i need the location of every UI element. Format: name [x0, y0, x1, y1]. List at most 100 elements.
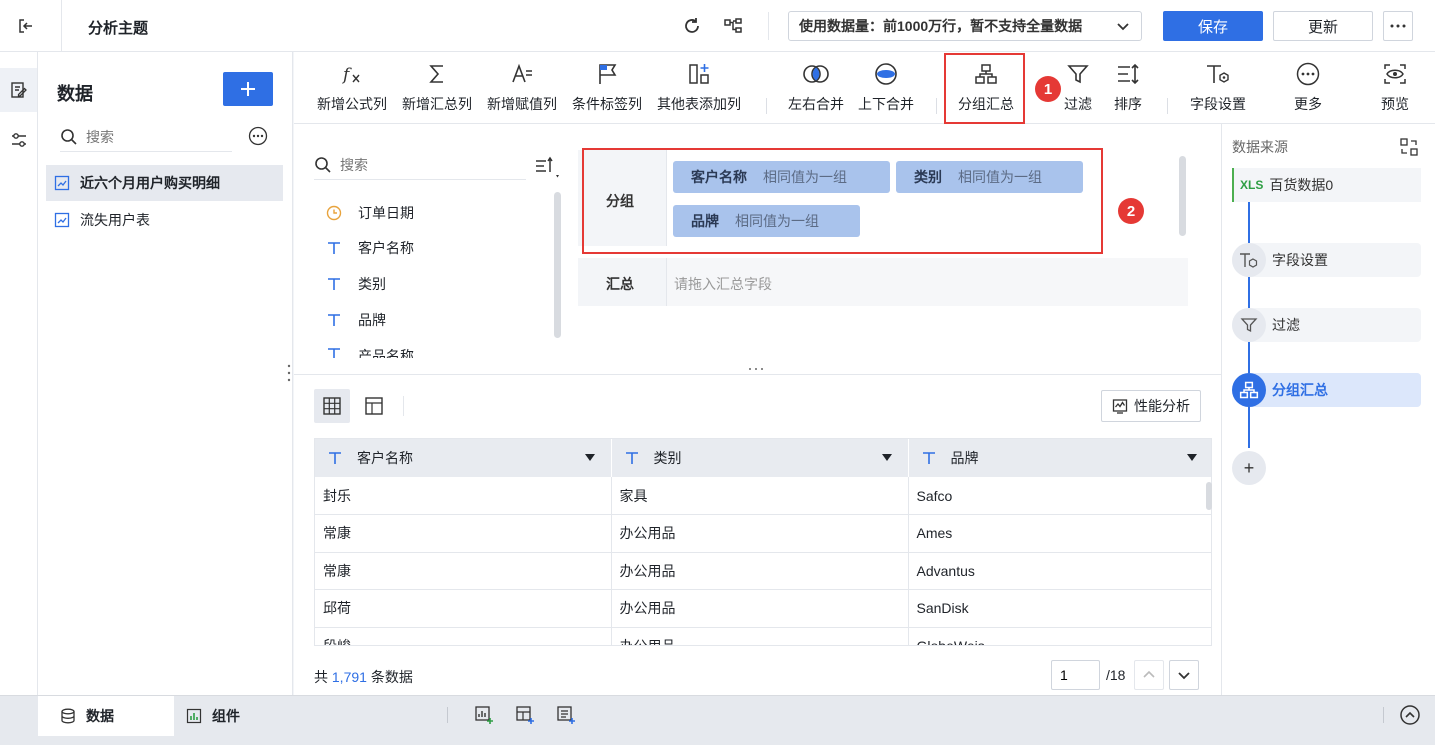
table-cell[interactable]: 办公用品: [611, 589, 909, 628]
more-tools-button[interactable]: 更多: [1290, 60, 1326, 118]
table-item[interactable]: 近六个月用户购买明细: [46, 165, 283, 201]
tool-label: 排序: [1114, 96, 1142, 112]
lineage-button[interactable]: [721, 14, 745, 38]
add-step-button[interactable]: +: [1232, 451, 1266, 485]
column-header[interactable]: 品牌: [908, 439, 1211, 477]
grid-view-button[interactable]: [314, 389, 350, 423]
field-item[interactable]: 品牌: [326, 302, 386, 338]
rail-settings-button[interactable]: [0, 118, 37, 162]
exit-button[interactable]: [14, 14, 38, 38]
table-cell[interactable]: 邱荷: [315, 589, 612, 628]
process-panel: [1221, 124, 1435, 695]
add-report-button[interactable]: [555, 704, 577, 726]
rail-data-button[interactable]: [0, 68, 37, 112]
highlight-box: [582, 148, 1103, 254]
source-title: 数据来源: [1232, 139, 1288, 155]
table-cell[interactable]: 常康: [315, 514, 612, 553]
save-button[interactable]: 保存: [1163, 11, 1263, 41]
table-cell[interactable]: Safco: [908, 477, 1211, 515]
merge-horizontal-button[interactable]: 左右合并: [785, 60, 847, 118]
swap-icon: [1400, 138, 1418, 156]
next-page-button[interactable]: [1169, 660, 1199, 690]
xls-icon: XLS: [1240, 178, 1264, 192]
add-chart-button[interactable]: [473, 704, 495, 726]
preview-button[interactable]: 预览: [1377, 60, 1413, 118]
add-summary-column-button[interactable]: 新增汇总列: [399, 60, 475, 118]
step-field-settings[interactable]: 字段设置: [1232, 243, 1421, 277]
merge-vertical-button[interactable]: 上下合并: [855, 60, 917, 118]
table-cell[interactable]: GlobeWeis: [908, 627, 1211, 645]
field-item[interactable]: 类别: [326, 266, 386, 302]
svg-text:f: f: [341, 65, 352, 85]
step-group-summary[interactable]: 分组汇总: [1232, 373, 1421, 407]
column-header[interactable]: 客户名称: [315, 439, 612, 477]
field-search-input[interactable]: [340, 156, 470, 173]
usage-select[interactable]: 使用数据量：前1000万行，暂不支持全量数据: [788, 11, 1142, 41]
field-search[interactable]: [314, 150, 526, 180]
table-search[interactable]: [60, 122, 232, 152]
table-item-label: 近六个月用户购买明细: [80, 175, 220, 191]
sort-button[interactable]: 排序: [1111, 60, 1145, 118]
table-cell[interactable]: 办公用品: [611, 514, 909, 553]
layout-view-button[interactable]: [356, 389, 392, 423]
tool-label: 过滤: [1064, 96, 1092, 112]
text-type-icon: [328, 348, 340, 358]
add-assign-column-button[interactable]: 新增赋值列: [484, 60, 560, 118]
field-settings-button[interactable]: 字段设置: [1186, 60, 1250, 118]
tab-data[interactable]: 数据: [38, 696, 174, 736]
tab-components[interactable]: 组件: [186, 696, 306, 736]
chevron-up-circle-icon: [1400, 705, 1420, 725]
config-scrollbar[interactable]: [1179, 156, 1186, 236]
table-search-input[interactable]: [86, 128, 216, 145]
add-table-button[interactable]: [223, 72, 273, 106]
collapse-button[interactable]: [1399, 704, 1421, 726]
add-formula-column-button[interactable]: f 新增公式列: [314, 60, 390, 118]
panel-resize-handle[interactable]: [284, 362, 294, 384]
field-sort-button[interactable]: [534, 155, 562, 179]
tool-label: 新增公式列: [317, 96, 387, 112]
refresh-button[interactable]: [680, 14, 704, 38]
table-more-button[interactable]: [248, 126, 268, 146]
page-input[interactable]: [1051, 660, 1100, 690]
table-scrollbar[interactable]: [1206, 482, 1212, 510]
grid-icon: [323, 397, 341, 415]
add-dashboard-button[interactable]: [514, 704, 536, 726]
prev-page-button[interactable]: [1134, 660, 1164, 690]
field-list-scrollbar[interactable]: [554, 192, 561, 338]
table-cell[interactable]: 家具: [611, 477, 909, 515]
field-item[interactable]: 产品名称: [326, 338, 414, 358]
table-cell[interactable]: 办公用品: [611, 627, 909, 645]
column-header[interactable]: 类别: [611, 439, 909, 477]
table-cell[interactable]: 常康: [315, 552, 612, 590]
step-label: 字段设置: [1272, 252, 1328, 268]
step-filter[interactable]: 过滤: [1232, 308, 1421, 342]
filter-button[interactable]: 过滤: [1060, 60, 1096, 118]
condition-label-column-button[interactable]: 条件标签列: [569, 60, 645, 118]
add-column-from-table-button[interactable]: 其他表添加列: [654, 60, 744, 118]
table-cell[interactable]: Ames: [908, 514, 1211, 553]
table-body: 封乐 家具 Safco 常康 办公用品 Ames 常康 办公用品 Advantus 邱荷 办公用品 S…: [315, 477, 1211, 645]
table-cell[interactable]: 段峻: [315, 627, 612, 645]
table-item[interactable]: 流失用户表: [46, 202, 283, 238]
caret-down-icon[interactable]: [1186, 454, 1197, 461]
caret-down-icon[interactable]: [584, 454, 595, 461]
preview-icon: [1384, 64, 1406, 84]
field-item[interactable]: 订单日期: [326, 195, 414, 231]
refresh-icon: [685, 18, 699, 33]
flag-icon: [599, 64, 617, 84]
more-menu-button[interactable]: [1383, 11, 1413, 41]
swap-source-button[interactable]: [1399, 137, 1419, 157]
text-type-icon: [328, 242, 340, 254]
table-cell[interactable]: 封乐: [315, 477, 612, 515]
field-item[interactable]: 客户名称: [326, 230, 414, 266]
performance-analysis-button[interactable]: 性能分析: [1101, 390, 1201, 422]
source-item[interactable]: XLS 百货数据0: [1232, 168, 1421, 202]
tab-components-label: 组件: [212, 708, 240, 724]
text-type-icon: [922, 452, 935, 464]
caret-down-icon[interactable]: [881, 454, 892, 461]
divider: [61, 0, 62, 52]
table-cell[interactable]: SanDisk: [908, 589, 1211, 628]
table-cell[interactable]: 办公用品: [611, 552, 909, 590]
update-button[interactable]: 更新: [1273, 11, 1373, 41]
table-cell[interactable]: Advantus: [908, 552, 1211, 590]
